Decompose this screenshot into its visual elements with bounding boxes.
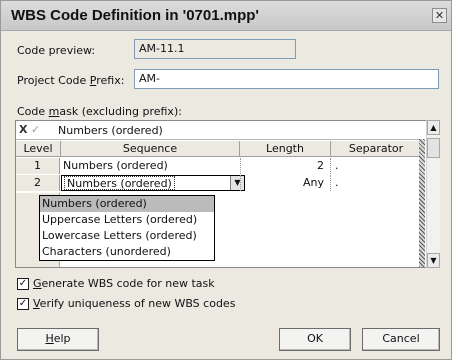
- separator-cell[interactable]: .: [330, 158, 422, 174]
- dropdown-option[interactable]: Characters (unordered): [40, 244, 214, 260]
- scrollbar-thumb[interactable]: [427, 138, 440, 158]
- header-level: Level: [16, 141, 61, 157]
- cell-edit-bar: X ✓ Numbers (ordered): [16, 121, 422, 140]
- scroll-up-icon[interactable]: ▲: [427, 120, 440, 135]
- code-preview-label: Code preview:: [17, 44, 96, 57]
- cell-edit-value[interactable]: Numbers (ordered): [58, 124, 163, 137]
- project-code-prefix-input[interactable]: AM-: [134, 69, 439, 89]
- separator-cell[interactable]: .: [330, 175, 422, 191]
- generate-wbs-label[interactable]: Generate WBS code for new task: [33, 277, 215, 290]
- table-row: 1 Numbers (ordered) 2 .: [16, 158, 422, 174]
- dropdown-option[interactable]: Numbers (ordered): [40, 196, 214, 212]
- header-length: Length: [240, 141, 331, 157]
- help-button[interactable]: Help: [17, 328, 99, 351]
- sequence-cell[interactable]: Numbers (ordered): [61, 158, 239, 174]
- sequence-combobox[interactable]: Numbers (ordered) ▼: [61, 175, 245, 191]
- window-title: WBS Code Definition in '0701.mpp': [11, 7, 259, 24]
- grid-scrollbar[interactable]: ▲ ▼: [426, 120, 440, 268]
- verify-uniqueness-label[interactable]: Verify uniqueness of new WBS codes: [33, 297, 235, 310]
- ok-button[interactable]: OK: [279, 328, 351, 351]
- cancel-button[interactable]: Cancel: [362, 328, 440, 351]
- header-separator: Separator: [331, 141, 422, 157]
- title-bar[interactable]: WBS Code Definition in '0701.mpp' ✕: [1, 1, 451, 31]
- wbs-code-definition-dialog: WBS Code Definition in '0701.mpp' ✕ Code…: [0, 0, 452, 360]
- table-row: 2 Numbers (ordered) ▼ Any .: [16, 175, 422, 191]
- code-preview-field: AM-11.1: [134, 39, 296, 59]
- cancel-edit-icon[interactable]: X: [19, 123, 27, 136]
- close-icon[interactable]: ✕: [432, 8, 447, 23]
- dropdown-option[interactable]: Uppercase Letters (ordered): [40, 212, 214, 228]
- sequence-combobox-value[interactable]: Numbers (ordered): [64, 176, 175, 190]
- length-cell[interactable]: 2: [240, 158, 330, 174]
- generate-wbs-checkbox[interactable]: ✓: [17, 278, 29, 290]
- length-cell[interactable]: Any: [240, 175, 330, 191]
- verify-uniqueness-checkbox[interactable]: ✓: [17, 298, 29, 310]
- sequence-dropdown-list[interactable]: Numbers (ordered) Uppercase Letters (ord…: [39, 195, 215, 261]
- header-sequence: Sequence: [61, 141, 240, 157]
- resize-splitter[interactable]: [419, 139, 425, 267]
- project-code-prefix-label: Project Code Prefix:: [17, 74, 125, 87]
- code-mask-label: Code mask (excluding prefix):: [17, 105, 182, 118]
- scroll-down-icon[interactable]: ▼: [427, 253, 440, 268]
- dropdown-option[interactable]: Lowercase Letters (ordered): [40, 228, 214, 244]
- level-cell: 2: [16, 175, 60, 191]
- accept-edit-icon[interactable]: ✓: [31, 123, 40, 136]
- level-cell: 1: [16, 158, 60, 174]
